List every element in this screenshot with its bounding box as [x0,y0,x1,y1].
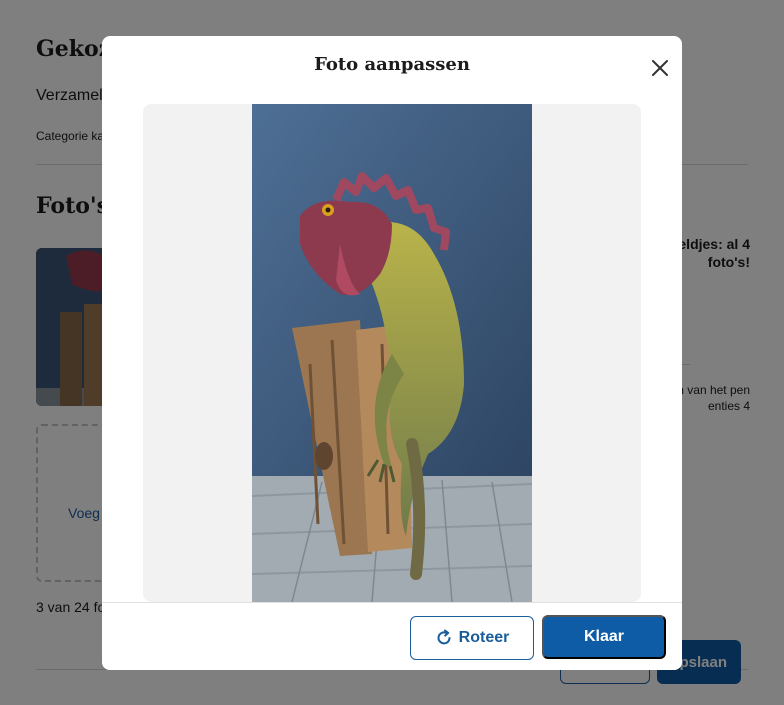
close-button[interactable] [646,54,674,82]
photo-preview[interactable] [252,104,532,602]
edit-photo-dialog: Foto aanpassen Roteer Klaar [102,36,682,670]
done-button[interactable]: Klaar [542,615,666,659]
close-icon [652,60,668,76]
rotate-icon [437,629,451,645]
photo-preview-area [143,104,641,602]
rotate-button[interactable]: Roteer [410,616,534,660]
iguana-photo [252,104,532,602]
rotate-label: Roteer [458,629,510,646]
done-label: Klaar [583,628,625,645]
dialog-title: Foto aanpassen [314,54,470,75]
dialog-footer: Roteer Klaar [102,602,682,670]
